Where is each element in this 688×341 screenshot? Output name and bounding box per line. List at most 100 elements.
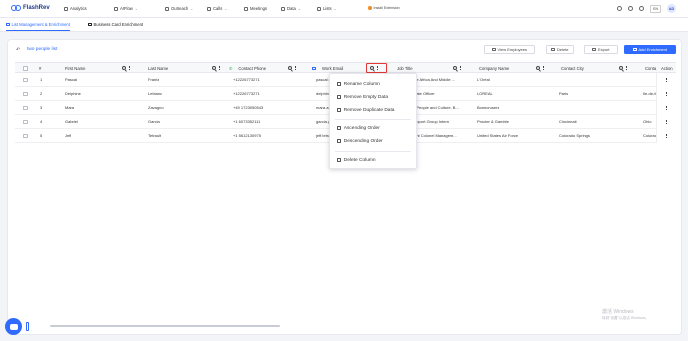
header-work-email[interactable]: Work Email <box>312 66 343 71</box>
language-selector[interactable]: EN <box>650 4 661 13</box>
nav-item-data[interactable]: Data ⌄ <box>281 6 301 11</box>
avatar[interactable]: AD <box>667 4 676 13</box>
chevron-down-icon: ⌄ <box>190 6 194 11</box>
remove-empty-icon <box>337 95 341 99</box>
sub-tabs: List Management & Enrichment Business Ca… <box>0 18 688 32</box>
help-icon[interactable] <box>628 6 634 11</box>
cell-first-name: Gabriel <box>65 119 78 124</box>
header-contact-phone[interactable]: ✆ Contact Phone <box>229 66 266 71</box>
row-checkbox[interactable] <box>23 105 28 110</box>
nav-item-calls[interactable]: Calls ⌄ <box>207 6 227 11</box>
sort-ascending-icon <box>337 126 341 130</box>
more-options-icon[interactable] <box>543 66 544 70</box>
more-options-icon[interactable] <box>219 66 220 70</box>
nav-item-aiflow[interactable]: AIFlow ⌄ <box>114 6 138 11</box>
app-name: FlashRev <box>23 5 50 11</box>
more-options-icon[interactable] <box>666 106 667 110</box>
app-logo[interactable]: FlashRev <box>11 5 50 11</box>
chat-icon <box>9 323 18 330</box>
wifi-icon[interactable] <box>617 6 623 11</box>
cell-last-name: Frantz <box>148 77 160 82</box>
data-icon <box>281 6 285 11</box>
chat-button[interactable] <box>5 318 22 335</box>
row-checkbox[interactable] <box>23 77 28 82</box>
nav-item-lists[interactable]: Lists ⌄ <box>317 6 337 11</box>
cell-job-title: ...ate Officer <box>413 91 435 96</box>
search-icon[interactable] <box>536 66 540 70</box>
cell-city: Cincinnati <box>559 119 577 124</box>
header-first-name[interactable]: First Name <box>65 66 85 71</box>
cell-phone: +12226773271 <box>233 91 260 96</box>
view-icon <box>492 47 496 52</box>
select-all-checkbox[interactable] <box>23 66 28 71</box>
cell-job-title: ...People and Culture, B... <box>413 105 459 110</box>
menu-divider <box>335 119 411 120</box>
row-checkbox[interactable] <box>23 133 28 138</box>
table-header: # First Name Last Name ✆ Contact Phone W… <box>15 62 676 73</box>
more-options-icon[interactable] <box>666 120 667 124</box>
more-options-icon[interactable] <box>129 66 130 70</box>
search-icon[interactable] <box>288 66 292 70</box>
cell-last-name: Tetrault <box>148 133 162 138</box>
more-options-icon[interactable] <box>666 78 667 82</box>
nav-item-meetings[interactable]: Meetings <box>244 6 267 11</box>
cell-phone: +1 6073352111 <box>233 119 261 124</box>
header-action: Action <box>660 66 673 71</box>
view-employees-button[interactable]: View Employees <box>484 45 535 54</box>
more-options-icon[interactable] <box>295 66 296 70</box>
export-button[interactable]: Export <box>584 45 618 54</box>
trash-icon <box>551 47 555 52</box>
search-icon[interactable] <box>122 66 126 70</box>
search-icon[interactable] <box>212 66 216 70</box>
more-options-icon[interactable] <box>626 66 627 70</box>
nav-item-outreach[interactable]: Outreach ⌄ <box>165 6 193 11</box>
extension-icon <box>368 6 372 10</box>
header-contact-state[interactable]: Conta <box>645 66 656 71</box>
back-icon[interactable]: ↶ <box>16 47 20 53</box>
menu-item-delete-column[interactable]: Delete Column <box>330 154 418 166</box>
windows-activation-watermark: 激活 Windows 转到"设置"以激活 Windows。 <box>602 309 649 320</box>
nav-item-analytics[interactable]: Analytics <box>64 6 87 11</box>
row-action[interactable] <box>656 129 676 143</box>
cell-last-name: Zavagno <box>148 105 164 110</box>
row-action[interactable] <box>656 115 676 129</box>
delete-button[interactable]: Delete <box>546 45 574 54</box>
tab-list-management[interactable]: List Management & Enrichment <box>6 22 70 31</box>
cell-first-name: Pascal <box>65 77 78 82</box>
header-contact-city[interactable]: Contact City <box>561 66 584 71</box>
more-options-icon[interactable] <box>666 134 667 138</box>
plus-icon <box>633 47 637 52</box>
menu-item-rename-column[interactable]: Rename Column <box>330 78 418 90</box>
menu-item-remove-empty-data[interactable]: Remove Empty Data <box>330 91 418 103</box>
sidebar-toggle-handle[interactable] <box>26 322 29 331</box>
horizontal-scrollbar[interactable] <box>50 325 280 327</box>
more-options-icon[interactable] <box>460 66 461 70</box>
row-action[interactable] <box>656 73 676 87</box>
cell-company: L'Oréal <box>477 77 490 82</box>
row-action[interactable] <box>656 101 676 115</box>
add-enrichment-button[interactable]: Add Enrichment <box>624 45 676 54</box>
cell-company: Bonecrusers <box>477 105 500 110</box>
tab-business-card-enrichment[interactable]: Business Card Enrichment <box>88 22 143 27</box>
header-last-name[interactable]: Last Name <box>148 66 168 71</box>
menu-item-remove-duplicate-data[interactable]: Remove Duplicate Data <box>330 104 418 116</box>
menu-item-ascending-order[interactable]: Ascending Order <box>330 122 418 134</box>
bell-icon[interactable] <box>639 6 645 11</box>
header-job-title[interactable]: Job Title <box>397 66 413 71</box>
install-extension-link[interactable]: Install Extension <box>368 6 400 10</box>
search-icon[interactable] <box>453 66 457 70</box>
cell-phone: +49 1723050543 <box>233 105 264 110</box>
row-checkbox[interactable] <box>23 119 28 124</box>
cell-index: 2 <box>40 91 43 96</box>
phone-icon: ✆ <box>229 66 233 71</box>
row-action[interactable] <box>656 87 676 101</box>
list-title[interactable]: two people list <box>27 47 57 52</box>
menu-item-descending-order[interactable]: Descending Order <box>330 135 418 147</box>
chevron-down-icon: ⌄ <box>333 6 337 11</box>
header-company-name[interactable]: Company Name <box>479 66 509 71</box>
first-name-header-actions <box>122 66 130 70</box>
row-checkbox[interactable] <box>23 91 28 96</box>
logo-icon <box>11 5 21 11</box>
search-icon[interactable] <box>619 66 623 70</box>
more-options-icon[interactable] <box>666 92 667 96</box>
